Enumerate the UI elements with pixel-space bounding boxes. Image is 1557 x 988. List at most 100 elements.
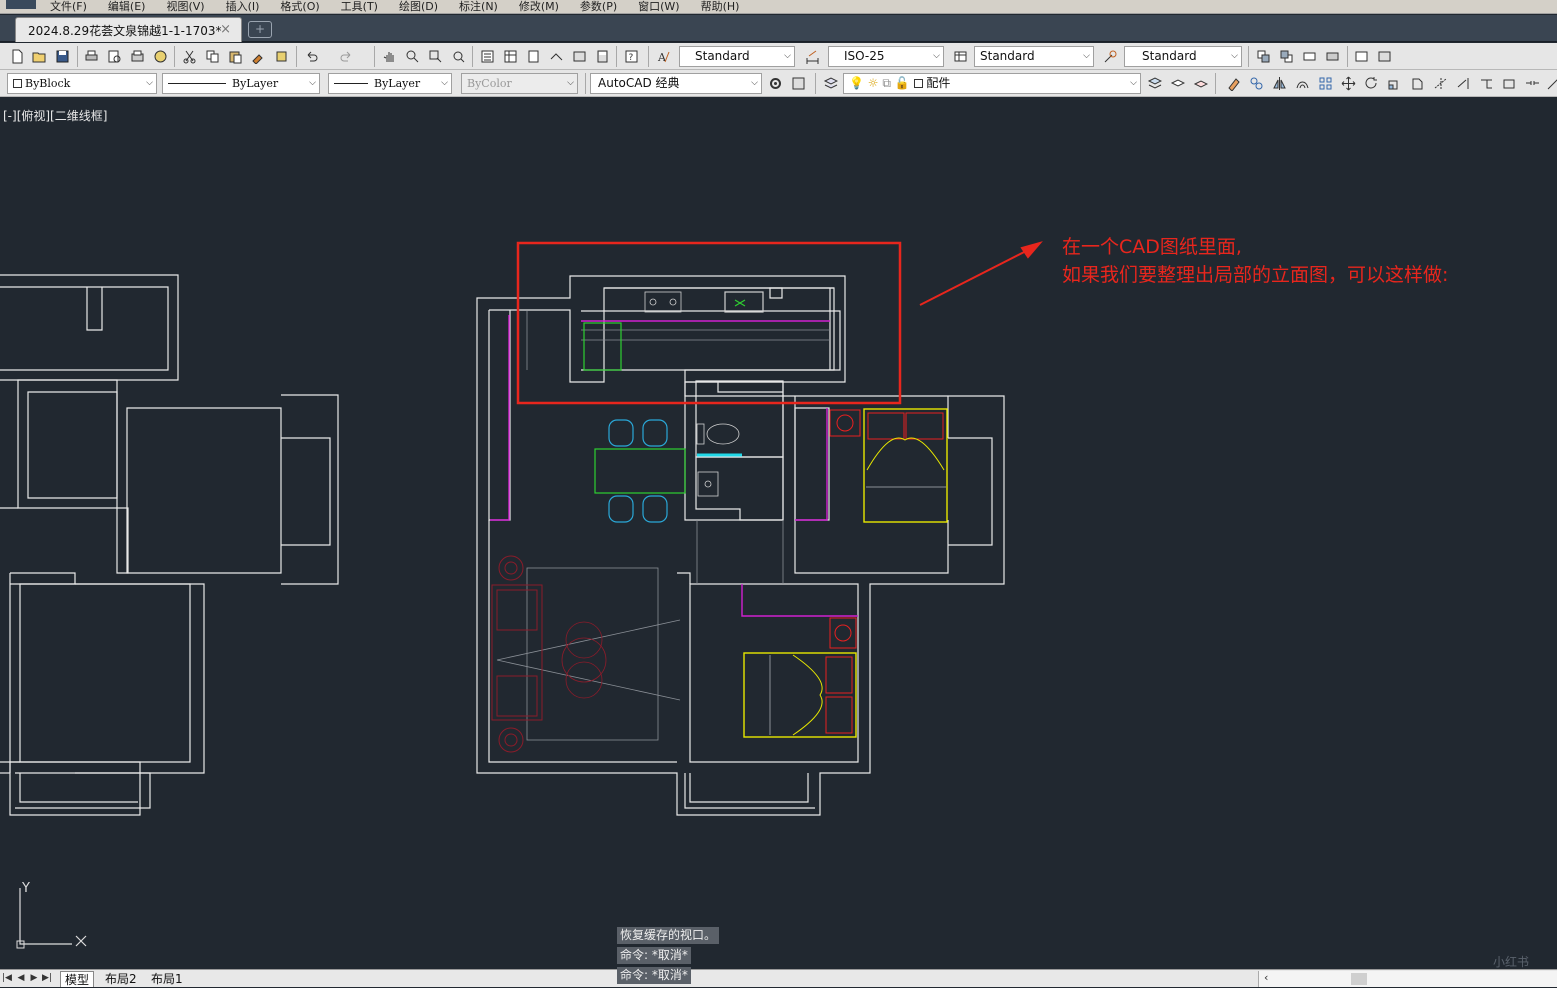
draworder-front-icon[interactable] <box>1254 47 1273 66</box>
tab-model[interactable]: 模型 <box>60 971 95 987</box>
layer-properties-icon[interactable] <box>821 74 840 93</box>
break-icon[interactable] <box>1500 74 1519 93</box>
match-properties-icon[interactable] <box>249 47 268 66</box>
layer-viewport-freeze-icon[interactable]: ⧉ <box>882 76 891 90</box>
menu-tools[interactable]: 工具(T) <box>341 1 378 13</box>
command-history-line-2: 命令: *取消* <box>617 947 691 964</box>
workspace-select[interactable]: AutoCAD 经典 ⌵ <box>590 73 762 94</box>
plot-preview-icon[interactable] <box>105 47 124 66</box>
scroll-left-icon[interactable]: ‹ <box>1264 971 1268 984</box>
multileader-style-select[interactable]: Standard ⌵ <box>1124 46 1242 67</box>
menu-window[interactable]: 窗口(W) <box>638 1 679 13</box>
print-icon[interactable] <box>82 47 101 66</box>
layer-lock-icon[interactable]: 🔓 <box>895 76 910 90</box>
block-editor-icon[interactable] <box>272 47 291 66</box>
menu-parametric[interactable]: 参数(P) <box>580 1 617 13</box>
color-select[interactable]: ByBlock ⌵ <box>7 73 157 94</box>
copy-object-icon[interactable] <box>1247 74 1266 93</box>
dim-style-icon[interactable] <box>803 47 822 66</box>
draworder-above-icon[interactable] <box>1300 47 1319 66</box>
draworder-back-icon[interactable] <box>1277 47 1296 66</box>
trim-icon[interactable] <box>1431 74 1450 93</box>
menu-edit[interactable]: 编辑(E) <box>108 1 146 13</box>
scale-icon[interactable] <box>1385 74 1404 93</box>
markup-icon[interactable] <box>570 47 589 66</box>
save-icon[interactable] <box>53 47 72 66</box>
publish-3d-icon[interactable] <box>151 47 170 66</box>
text-front-icon[interactable] <box>1352 47 1371 66</box>
tab-layout1[interactable]: 布局1 <box>147 971 187 987</box>
dim-style-select[interactable]: ISO-25 ⌵ <box>828 46 944 67</box>
prev-layout-icon[interactable]: ◀ <box>16 972 26 985</box>
menu-modify[interactable]: 修改(M) <box>519 1 559 13</box>
document-tab[interactable]: 2024.8.29花荟文泉锦越1-1-1703* × <box>15 17 242 42</box>
erase-icon[interactable] <box>1224 74 1243 93</box>
join-icon[interactable] <box>1523 74 1542 93</box>
next-layout-icon[interactable]: ▶ <box>29 972 39 985</box>
floor-plan-drawing[interactable] <box>0 97 1557 969</box>
extend-icon[interactable] <box>1454 74 1473 93</box>
redo-icon[interactable] <box>337 47 356 66</box>
scroll-thumb[interactable] <box>1351 973 1367 985</box>
text-style-select[interactable]: Standard ⌵ <box>679 46 795 67</box>
break-at-point-icon[interactable] <box>1477 74 1496 93</box>
publish-icon[interactable] <box>128 47 147 66</box>
layer-state-icon[interactable] <box>1191 74 1210 93</box>
table-style-select[interactable]: Standard ⌵ <box>974 46 1094 67</box>
horizontal-scrollbar[interactable]: ‹ <box>1258 971 1557 987</box>
new-file-icon[interactable] <box>8 47 27 66</box>
text-style-icon[interactable]: A <box>654 47 673 66</box>
layer-previous-icon[interactable] <box>1168 74 1187 93</box>
menu-draw[interactable]: 绘图(D) <box>399 1 438 13</box>
open-folder-icon[interactable] <box>30 47 49 66</box>
zoom-previous-icon[interactable] <box>449 47 468 66</box>
menu-help[interactable]: 帮助(H) <box>701 1 740 13</box>
pan-icon[interactable] <box>380 47 399 66</box>
close-tab-icon[interactable]: × <box>220 22 231 37</box>
make-current-layer-icon[interactable] <box>1145 74 1164 93</box>
calculator-icon[interactable] <box>593 47 612 66</box>
offset-icon[interactable] <box>1293 74 1312 93</box>
stretch-icon[interactable] <box>1408 74 1427 93</box>
help-icon[interactable]: ? <box>622 47 641 66</box>
layer-freeze-icon[interactable]: ☼ <box>868 76 879 90</box>
table-style-icon[interactable] <box>951 47 970 66</box>
lineweight-select[interactable]: ByLayer ⌵ <box>328 73 452 94</box>
rotate-icon[interactable] <box>1362 74 1381 93</box>
customize-icon[interactable] <box>789 74 808 93</box>
array-icon[interactable] <box>1316 74 1335 93</box>
new-tab-button[interactable]: + <box>248 21 272 38</box>
workspace-settings-icon[interactable] <box>766 74 785 93</box>
menu-format[interactable]: 格式(O) <box>280 1 319 13</box>
first-layout-icon[interactable]: |◀ <box>2 972 12 985</box>
mirror-icon[interactable] <box>1270 74 1289 93</box>
menu-insert[interactable]: 插入(I) <box>226 1 260 13</box>
app-logo-icon[interactable] <box>6 0 36 9</box>
annotation-front-icon[interactable] <box>1375 47 1394 66</box>
command-history-line-3[interactable]: 命令: *取消* <box>617 967 691 984</box>
menu-file[interactable]: 文件(F) <box>50 1 87 13</box>
last-layout-icon[interactable]: ▶| <box>42 972 52 985</box>
linetype-select[interactable]: ByLayer ⌵ <box>162 73 320 94</box>
properties-icon[interactable] <box>478 47 497 66</box>
zoom-realtime-icon[interactable] <box>403 47 422 66</box>
design-center-icon[interactable] <box>501 47 520 66</box>
tab-layout2[interactable]: 布局2 <box>101 971 141 987</box>
draworder-under-icon[interactable] <box>1323 47 1342 66</box>
zoom-window-icon[interactable] <box>426 47 445 66</box>
paste-icon[interactable] <box>226 47 245 66</box>
cut-icon[interactable] <box>180 47 199 66</box>
copy-icon[interactable] <box>203 47 222 66</box>
layer-color-swatch[interactable] <box>913 79 923 88</box>
drawing-viewport[interactable]: [-][俯视][二维线框] 在一个CAD图纸里面, 如果我们要整理出局部的立面图… <box>0 97 1557 969</box>
move-icon[interactable] <box>1339 74 1358 93</box>
layer-on-icon[interactable]: 💡 <box>849 76 864 90</box>
multileader-style-icon[interactable] <box>1101 47 1120 66</box>
menu-view[interactable]: 视图(V) <box>166 1 204 13</box>
chamfer-icon[interactable] <box>1544 74 1557 93</box>
layer-select[interactable]: 💡 ☼ ⧉ 🔓 配件 ⌵ <box>843 73 1141 94</box>
undo-icon[interactable] <box>302 47 321 66</box>
menu-dimension[interactable]: 标注(N) <box>459 1 498 13</box>
tool-palettes-icon[interactable] <box>524 47 543 66</box>
sheet-set-icon[interactable] <box>547 47 566 66</box>
